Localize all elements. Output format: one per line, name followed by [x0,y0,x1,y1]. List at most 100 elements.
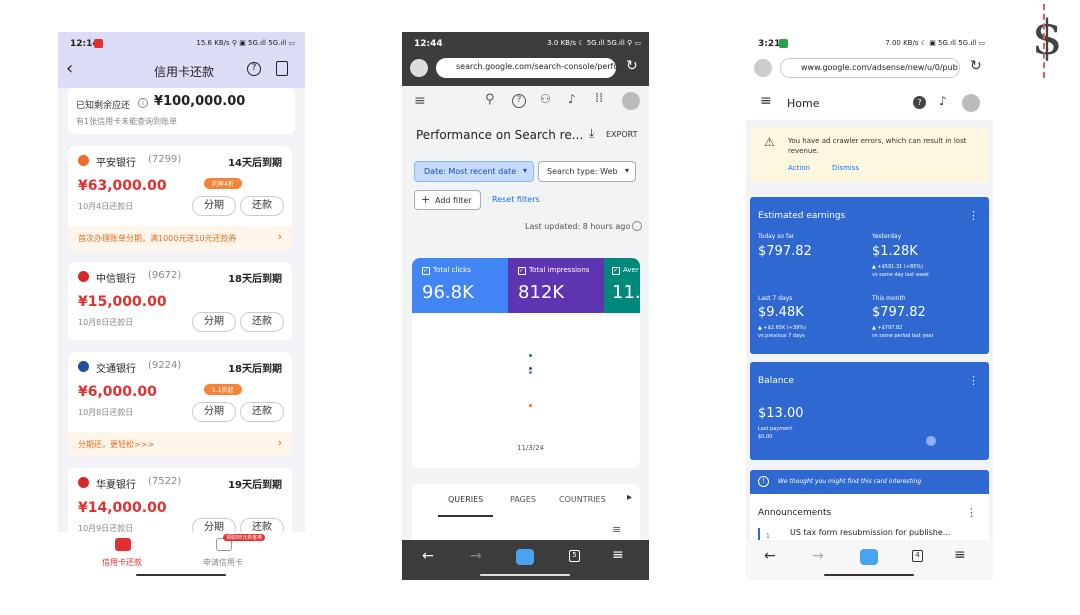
rate-tag: 利率4折 [204,178,242,189]
bank-card-citic[interactable]: 中信银行 (9672) 18天后到期 ¥15,000.00 10月8日还款日 分… [68,262,292,340]
tab-queries[interactable]: QUERIES [448,495,483,504]
repay-button[interactable]: 还款 [240,402,284,422]
bocom-logo-icon [78,361,89,372]
browser-top: 3:21 7.00 KB/s ☾ ▣ 5G.ıll 5G.ıll ▭ www.g… [746,32,993,86]
export-button[interactable]: EXPORT [606,130,638,139]
app-bar: ≡ ⚲ ? ⚇ ♪ ⁞⁞ [402,86,649,118]
page-title: Performance on Search re... [416,128,584,142]
earnings-card[interactable]: Estimated earnings ⋮ Today so far $797.8… [750,197,989,354]
chart-date-label: 11/3/24 [517,444,544,452]
bank-card-pingan[interactable]: 平安银行 (7299) 14天后到期 ¥63,000.00 利率4折 10月4日… [68,146,292,250]
date-filter-chip[interactable]: Date: Most recent date ▾ [414,161,534,182]
metric-clicks[interactable]: ✓ Total clicks 96.8K [412,258,508,313]
credit-card-repay-icon[interactable] [115,538,131,551]
menu-icon[interactable]: ≡ [954,547,966,563]
forward-icon[interactable]: → [470,548,482,564]
bank-card-bocom[interactable]: 交通银行 (9224) 18天后到期 ¥6,000.00 5.1折起 10月8日… [68,352,292,456]
alert-action-link[interactable]: Action [788,164,810,172]
help-icon[interactable]: ? [247,62,261,76]
more-vert-icon[interactable]: ⋮ [968,209,979,222]
balance-card[interactable]: Balance ⋮ $13.00 Last payment $0.00 [750,362,989,460]
earnings-delta: ▲ +$797.82 [872,325,903,331]
bank-card-tail: (9672) [148,270,182,281]
account-icon[interactable] [410,59,428,77]
forward-icon[interactable]: → [812,548,824,564]
notification-icon [94,39,103,48]
search-icon[interactable]: ⚲ [485,92,495,107]
reload-icon[interactable]: ↻ [970,58,982,74]
repay-date: 10月8日还款日 [78,408,134,417]
alert-dismiss-link[interactable]: Dismiss [832,164,859,172]
home-indicator [480,574,570,576]
tab-countries[interactable]: COUNTRIES [559,495,606,504]
installment-button[interactable]: 分期 [192,196,236,216]
chip-label: Date: Most recent date [424,167,517,176]
earnings-delta: ▲ +$591.31 (+85%) [872,264,924,270]
info-icon[interactable] [632,221,642,231]
search-type-chip[interactable]: Search type: Web ▾ [538,161,636,182]
balance-title: Balance [758,376,794,386]
installment-button[interactable]: 分期 [192,402,236,422]
chevron-right-icon[interactable]: ▸ [627,492,632,503]
bell-icon[interactable]: ♪ [939,94,947,108]
tab-count[interactable]: 5 [569,550,580,562]
installment-button[interactable]: 分期 [192,312,236,332]
apps-grid-icon[interactable]: ⁞⁞ [595,91,603,106]
url-text: search.google.com/search-console/perfc [456,62,618,71]
menu-icon[interactable]: ≡ [760,93,772,109]
add-filter-button[interactable]: + Add filter [414,190,481,210]
bill-list-icon[interactable] [276,61,288,76]
announcements-title: Announcements [758,508,832,518]
help-icon[interactable]: ? [913,96,926,109]
app-header: ‹ 信用卡还款 ? [58,54,305,88]
announcement-item[interactable]: US tax form resubmission for publishe... [790,528,950,537]
more-vert-icon[interactable]: ⋮ [966,506,977,519]
copilot-icon[interactable] [860,549,878,565]
avatar[interactable] [622,92,640,110]
add-filter-label: Add filter [435,196,472,205]
nav-apply-label[interactable]: 申请信用卡 [203,557,243,568]
metric-average[interactable]: ✓ Aver 11. [604,258,640,313]
filter-icon[interactable]: ≡ [612,523,621,536]
download-icon[interactable]: ⤓ [589,126,594,141]
avatar[interactable] [962,94,980,112]
home-indicator [824,574,914,576]
reload-icon[interactable]: ↻ [626,58,638,74]
back-icon[interactable]: ← [422,548,434,564]
back-arrow-icon[interactable]: ‹ [66,58,73,79]
url-bar[interactable]: search.google.com/search-console/perfc [436,58,618,78]
repay-button[interactable]: 还款 [240,196,284,216]
bank-name: 平安银行 [96,158,136,169]
reset-filters-link[interactable]: Reset filters [492,195,540,204]
balance-value: $13.00 [758,406,804,421]
notification-icon [779,39,788,48]
repay-button[interactable]: 还款 [240,312,284,332]
chevron-right-icon: › [277,230,282,243]
menu-icon[interactable]: ≡ [612,547,624,563]
nav-repay-label[interactable]: 信用卡还款 [102,557,142,568]
help-icon[interactable]: ? [512,94,526,108]
back-icon[interactable]: ← [764,548,776,564]
due-days: 19天后到期 [228,480,282,491]
interesting-banner: ! We thought you might find this card in… [750,470,989,494]
dimension-tabs: QUERIES PAGES COUNTRIES ▸ ≡ [412,484,640,544]
account-icon[interactable] [754,59,772,77]
tab-pages[interactable]: PAGES [510,495,536,504]
menu-icon[interactable]: ≡ [414,93,426,109]
bell-icon[interactable]: ♪ [568,92,576,106]
bank-amount: ¥63,000.00 [78,178,167,194]
more-vert-icon[interactable]: ⋮ [968,374,979,387]
promo-banner[interactable]: 分期还，更轻松>>> › [68,432,292,456]
promo-banner[interactable]: 首次办理账单分期，满1000元送10元还款券 › [68,226,292,250]
metric-impressions[interactable]: ✓ Total impressions 812K [508,258,604,313]
url-bar[interactable]: www.google.com/adsense/new/u/0/pub [780,58,960,78]
tab-count[interactable]: 4 [912,550,923,562]
copilot-icon[interactable] [516,549,534,565]
earnings-label: Today so far [758,233,795,240]
last-updated: Last updated: 8 hours ago [525,222,631,231]
url-text: www.google.com/adsense/new/u/0/pub [801,63,958,72]
checkbox-icon: ✓ [518,267,526,275]
users-icon[interactable]: ⚇ [540,92,551,106]
info-icon: ! [758,476,769,487]
info-icon[interactable]: i [138,98,148,108]
